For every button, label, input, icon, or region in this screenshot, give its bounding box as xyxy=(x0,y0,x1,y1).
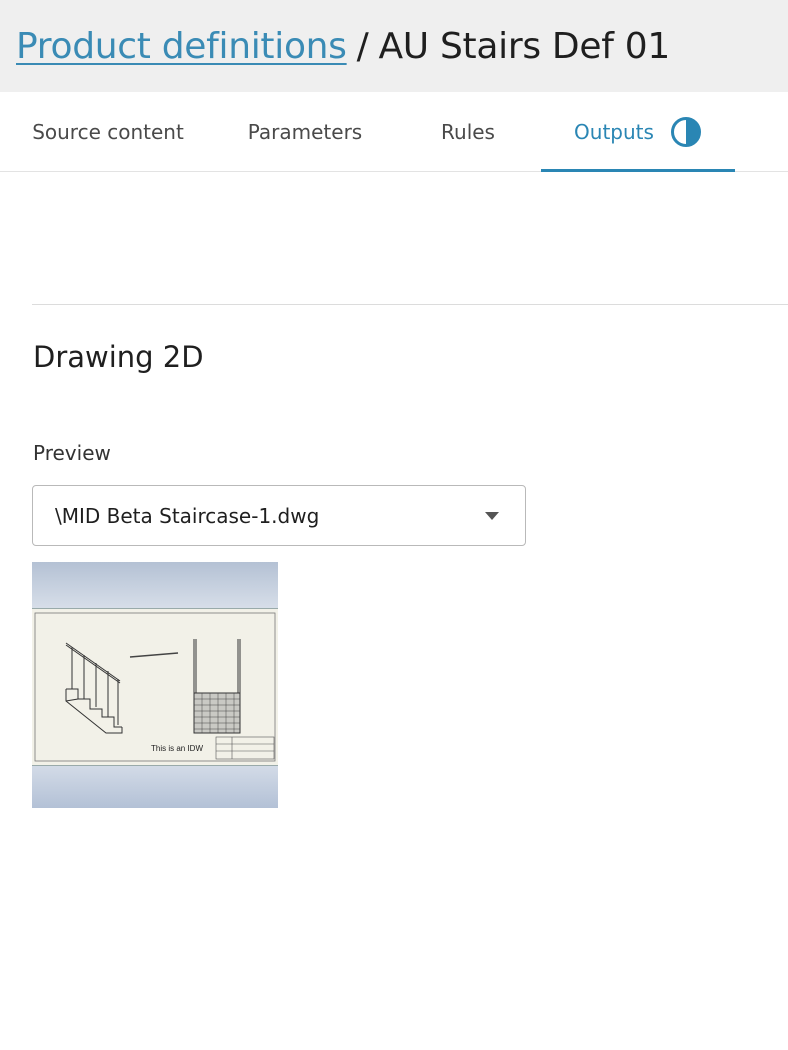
section-title: Drawing 2D xyxy=(33,340,204,374)
breadcrumb-separator: / xyxy=(356,25,369,67)
tab-label: Parameters xyxy=(247,120,363,144)
tab-parameters[interactable]: Parameters xyxy=(226,92,384,172)
tab-label: Rules xyxy=(441,120,495,144)
section-divider xyxy=(32,304,788,305)
page-title: AU Stairs Def 01 xyxy=(378,25,670,67)
breadcrumb-parent-link[interactable]: Product definitions xyxy=(16,26,347,67)
chevron-down-icon xyxy=(485,512,499,520)
page-header: Product definitions / AU Stairs Def 01 xyxy=(0,0,788,92)
tab-label: Source content xyxy=(32,120,184,144)
selected-file-value: \MID Beta Staircase-1.dwg xyxy=(55,503,320,528)
tab-source-content[interactable]: Source content xyxy=(16,92,200,172)
drawing-preview-thumbnail: This is an IDW xyxy=(32,562,278,808)
preview-file-dropdown[interactable]: \MID Beta Staircase-1.dwg xyxy=(32,485,526,546)
preview-label: Preview xyxy=(33,441,111,465)
drawing-sheet: This is an IDW xyxy=(32,608,278,766)
active-tab-indicator xyxy=(541,169,735,172)
tab-bar: Source content Parameters Rules Outputs xyxy=(0,92,788,172)
tab-outputs[interactable]: Outputs xyxy=(541,92,735,172)
drawing-caption: This is an IDW xyxy=(151,744,204,753)
half-circle-status-icon xyxy=(670,117,701,147)
tab-rules[interactable]: Rules xyxy=(418,92,518,172)
tab-label: Outputs xyxy=(574,120,654,144)
